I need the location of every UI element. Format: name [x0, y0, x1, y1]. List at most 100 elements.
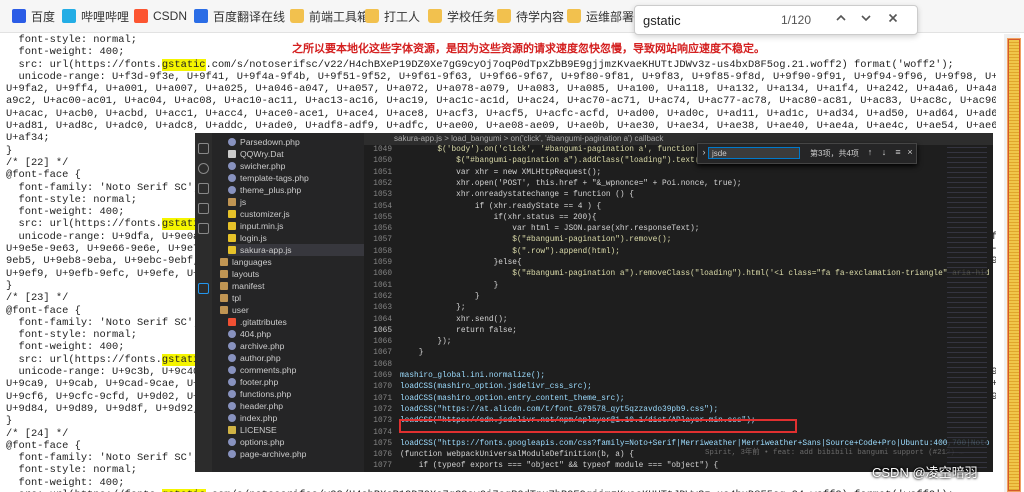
- php-file-icon: [228, 402, 236, 410]
- source-text: src: url(https://fonts.: [6, 218, 162, 231]
- line-number: 1056: [373, 225, 392, 234]
- source-text: /* [22] */: [6, 156, 69, 169]
- bookmark-item[interactable]: CSDN: [134, 7, 187, 25]
- bookmark-item[interactable]: 运维部署: [567, 7, 634, 25]
- source-text: src: url(https://fonts.: [6, 353, 162, 366]
- docker-icon: [198, 283, 209, 294]
- file-tree-item: Parsedown.php: [228, 136, 300, 148]
- line-number: 1069: [373, 372, 392, 380]
- file-tree-item: 404.php: [228, 328, 271, 340]
- line-number: 1072: [373, 405, 392, 414]
- file-tree-label: customizer.js: [240, 209, 290, 219]
- file-tree-item: .gitattributes: [228, 316, 287, 328]
- ide-breadcrumb: sakura-app.js > load_bangumi > on('click…: [394, 134, 664, 143]
- code-line: $("#bangumi-pagination").remove();: [400, 236, 672, 245]
- code-line: });: [400, 338, 452, 347]
- file-tree-item: header.php: [228, 400, 283, 412]
- file-tree-label: index.php: [240, 413, 278, 423]
- code-line: (function webpackUniversalModuleDefiniti…: [400, 451, 634, 460]
- source-text: font-family: 'Noto Serif SC';: [6, 316, 200, 329]
- file-tree-label: manifest: [232, 281, 265, 291]
- bookmark-label: CSDN: [153, 9, 188, 23]
- line-number: 1067: [373, 349, 392, 358]
- search-match: gstatic: [161, 58, 206, 71]
- source-text: U+ad81, U+ad8c, U+adc0, U+adc8, U+addc, …: [6, 120, 996, 133]
- source-text: }: [6, 144, 13, 157]
- bilibili-icon: [62, 9, 76, 23]
- file-tree-label: author.php: [240, 353, 281, 363]
- code-line: if (xhr.readyState == 4 ) {: [400, 202, 602, 211]
- file-tree-item: page-archive.php: [228, 448, 306, 460]
- bookmark-item[interactable]: 百度: [12, 7, 55, 25]
- source-text: font-family: 'Noto Serif SC';: [6, 452, 200, 465]
- chevron-up-icon[interactable]: [831, 10, 851, 30]
- source-text: font-family: 'Noto Serif SC';: [6, 181, 200, 194]
- file-tree-label: footer.php: [240, 377, 279, 387]
- page-scrollbar-match-markers[interactable]: [1008, 39, 1020, 491]
- bookmark-item[interactable]: 百度翻译在线: [194, 7, 285, 25]
- php-file-icon: [228, 138, 236, 146]
- bookmark-item[interactable]: 哔哩哔哩: [62, 7, 129, 25]
- translate-icon: [194, 9, 208, 23]
- line-number: 1071: [373, 394, 392, 403]
- line-number: 1076: [373, 451, 392, 460]
- file-tree-item: template-tags.php: [228, 172, 309, 184]
- source-line: unicode-range: U+f3d-9f3e, U+9f41, U+9f4…: [6, 71, 996, 83]
- file-tree-item: manifest: [220, 280, 264, 292]
- file-tree-item: customizer.js: [228, 208, 290, 220]
- source-text: src: url(https://fonts.: [6, 58, 162, 71]
- php-file-icon: [228, 450, 236, 458]
- file-tree-label: functions.php: [240, 389, 292, 399]
- file-tree-item: QQWry.Dat: [228, 148, 284, 160]
- line-number: 1049: [373, 146, 392, 154]
- js-file-icon: [228, 210, 236, 218]
- source-text: @font-face {: [6, 439, 81, 452]
- file-tree-item: functions.php: [228, 388, 291, 400]
- php-file-icon: [228, 174, 236, 182]
- bookmark-item[interactable]: 学校任务: [428, 7, 495, 25]
- extensions-icon: [198, 223, 209, 234]
- file-tree-item: footer.php: [228, 376, 278, 388]
- php-file-icon: [228, 330, 236, 338]
- file-tree-item: theme_plus.php: [228, 184, 301, 196]
- source-text: .com/s/notoserifsc/v22/H4chBXeP19DZ0Xe7g…: [205, 58, 954, 71]
- source-control-icon: [198, 183, 209, 194]
- bookmark-item[interactable]: 前端工具箱: [290, 7, 369, 25]
- line-number: 1054: [373, 202, 392, 211]
- file-tree-item: index.php: [228, 412, 277, 424]
- bookmark-item[interactable]: 打工人: [365, 7, 420, 25]
- code-line: };: [400, 304, 466, 313]
- source-text: font-style: normal;: [6, 34, 137, 46]
- line-number: 1077: [373, 462, 392, 471]
- bookmark-item[interactable]: 待学内容: [497, 7, 564, 25]
- source-text: @font-face {: [6, 169, 81, 182]
- ide-prev-match-icon: ↑: [867, 147, 873, 157]
- file-tree-label: header.php: [240, 401, 284, 411]
- ide-activity-bar: [195, 133, 212, 472]
- source-text: font-style: normal;: [6, 464, 137, 477]
- file-tree-item: js: [228, 196, 246, 208]
- file-tree-label: 404.php: [240, 329, 272, 339]
- php-file-icon: [228, 414, 236, 422]
- git-file-icon: [228, 318, 236, 326]
- bookmark-label: 打工人: [384, 9, 421, 24]
- code-line: mashiro_global.ini.normalize();: [400, 372, 546, 380]
- file-tree-item: user: [220, 304, 249, 316]
- file-tree-item: comments.php: [228, 364, 296, 376]
- search-icon: [198, 163, 209, 174]
- ide-file-explorer: Parsedown.php QQWry.Dat swicher.php templat…: [212, 133, 364, 472]
- file-file-icon: [228, 150, 236, 158]
- line-number: 1057: [373, 236, 392, 245]
- source-text: U+9fa2, U+9ff4, U+a001, U+a007, U+a025, …: [6, 83, 996, 96]
- file-tree-label: input.min.js: [240, 221, 284, 231]
- folder-file-icon: [228, 198, 236, 206]
- line-number: 1070: [373, 383, 392, 392]
- chevron-down-icon[interactable]: [856, 10, 876, 30]
- file-tree-label: Parsedown.php: [240, 137, 300, 147]
- code-line: $("#bangumi-pagination a").removeClass("…: [400, 270, 990, 279]
- find-input[interactable]: [643, 10, 803, 30]
- code-line: }: [400, 281, 499, 290]
- line-number: 1075: [373, 439, 392, 448]
- line-number: 1063: [373, 304, 392, 313]
- close-icon[interactable]: [883, 10, 903, 30]
